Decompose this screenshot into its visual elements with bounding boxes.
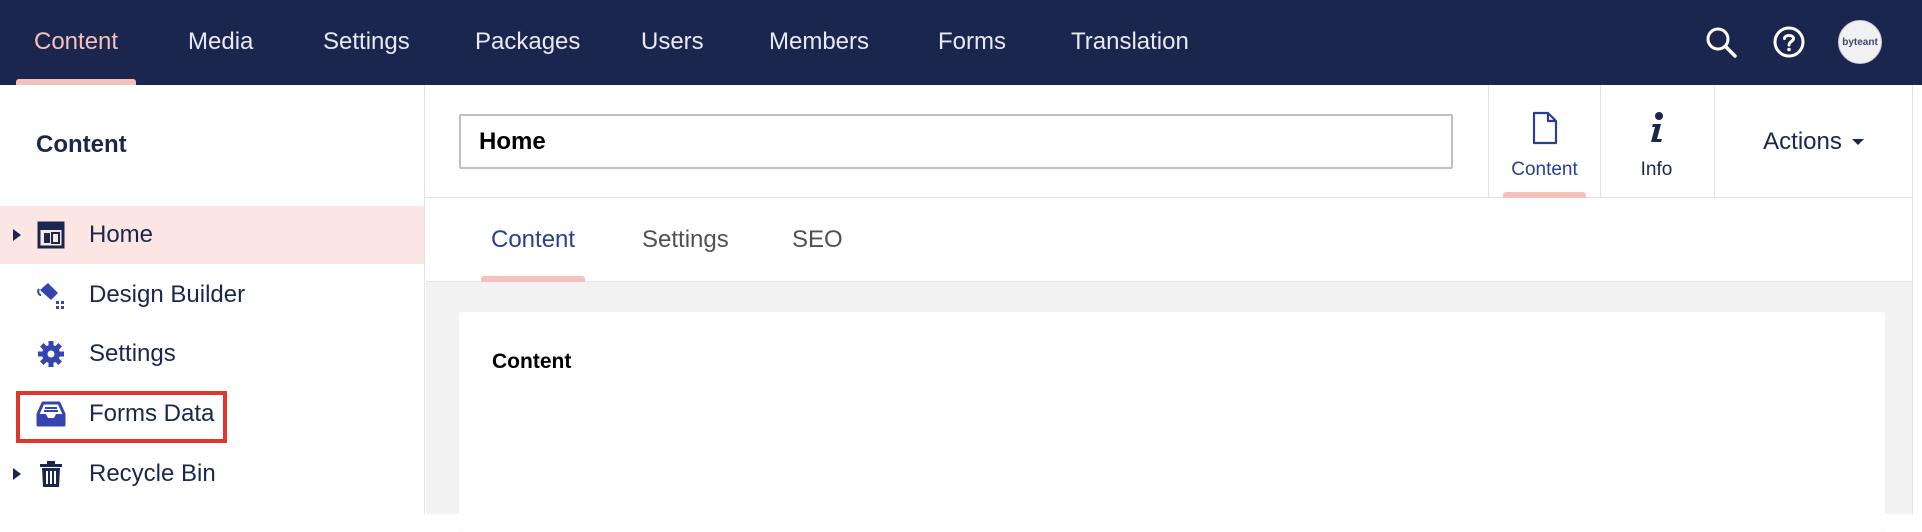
app-button-label: Content (1511, 159, 1578, 180)
content-tree-sidebar: Content Home Design Builder Settings For… (0, 85, 425, 514)
tree-item-label: Forms Data (89, 400, 215, 427)
tab-label: Content (491, 226, 576, 253)
tab-label: SEO (792, 226, 843, 253)
nav-item-label: Members (769, 28, 870, 55)
nav-item-users[interactable]: Users (641, 0, 704, 85)
active-tab-indicator (481, 276, 586, 282)
nav-item-packages[interactable]: Packages (475, 0, 580, 85)
content-panel: Content (459, 312, 1885, 532)
top-navigation-bar: Content Media Settings Packages Users Me… (0, 0, 1922, 85)
editor-header: Content Info Actions (426, 85, 1912, 198)
nav-item-translation[interactable]: Translation (1071, 0, 1189, 85)
nav-item-label: Forms (938, 28, 1006, 55)
tree-item-forms-data[interactable]: Forms Data (0, 385, 424, 443)
avatar-text: byteant (1842, 36, 1878, 48)
tree-item-recycle-bin[interactable]: Recycle Bin (0, 445, 424, 503)
node-name-input[interactable] (459, 114, 1453, 169)
user-avatar[interactable]: byteant (1838, 20, 1882, 64)
layout-icon (36, 220, 66, 250)
nav-item-forms[interactable]: Forms (938, 0, 1006, 85)
tree-item-label: Recycle Bin (89, 460, 216, 487)
editor-tabs: Content Settings SEO (426, 198, 1912, 282)
tree-item-label: Home (89, 221, 154, 248)
nav-item-members[interactable]: Members (769, 0, 869, 85)
expand-caret-icon[interactable] (13, 229, 21, 241)
actions-label: Actions (1763, 127, 1842, 155)
app-button-label: Info (1640, 159, 1673, 180)
content-editor: Content Info Actions Content Settings (426, 85, 1912, 532)
nav-item-settings[interactable]: Settings (323, 0, 410, 85)
tree-item-home[interactable]: Home (0, 206, 424, 264)
nav-item-label: Users (641, 28, 704, 55)
tab-content[interactable]: Content (481, 198, 586, 282)
inbox-tray-icon (36, 399, 66, 429)
trash-icon (36, 459, 66, 489)
app-button-content[interactable]: Content (1488, 85, 1600, 198)
tree-item-label: Design Builder (89, 281, 246, 308)
nav-item-label: Settings (323, 28, 410, 55)
nav-item-content[interactable]: Content (16, 0, 137, 85)
caret-down-icon (1851, 138, 1864, 145)
nav-item-media[interactable]: Media (188, 0, 253, 85)
tab-settings[interactable]: Settings (642, 198, 729, 282)
tree-item-label: Settings (89, 340, 176, 367)
expand-caret-icon[interactable] (13, 468, 21, 480)
actions-dropdown-button[interactable]: Actions (1714, 85, 1912, 198)
tab-seo[interactable]: SEO (792, 198, 843, 282)
paint-bucket-icon (36, 280, 66, 310)
document-icon (1489, 111, 1600, 145)
scrollbar[interactable] (1912, 85, 1922, 514)
nav-item-label: Media (188, 28, 254, 55)
nav-item-label: Translation (1071, 28, 1189, 55)
app-button-info[interactable]: Info (1600, 85, 1712, 198)
panel-title: Content (492, 350, 572, 373)
tab-label: Settings (642, 226, 729, 253)
nav-item-label: Content (34, 28, 119, 55)
gear-icon (36, 339, 66, 369)
info-icon (1601, 111, 1712, 145)
sidebar-title: Content (36, 131, 127, 158)
search-icon[interactable] (1701, 22, 1741, 62)
tree-item-design-builder[interactable]: Design Builder (0, 266, 424, 324)
nav-item-label: Packages (475, 28, 581, 55)
help-icon[interactable] (1769, 22, 1809, 62)
tree-item-settings[interactable]: Settings (0, 325, 424, 383)
